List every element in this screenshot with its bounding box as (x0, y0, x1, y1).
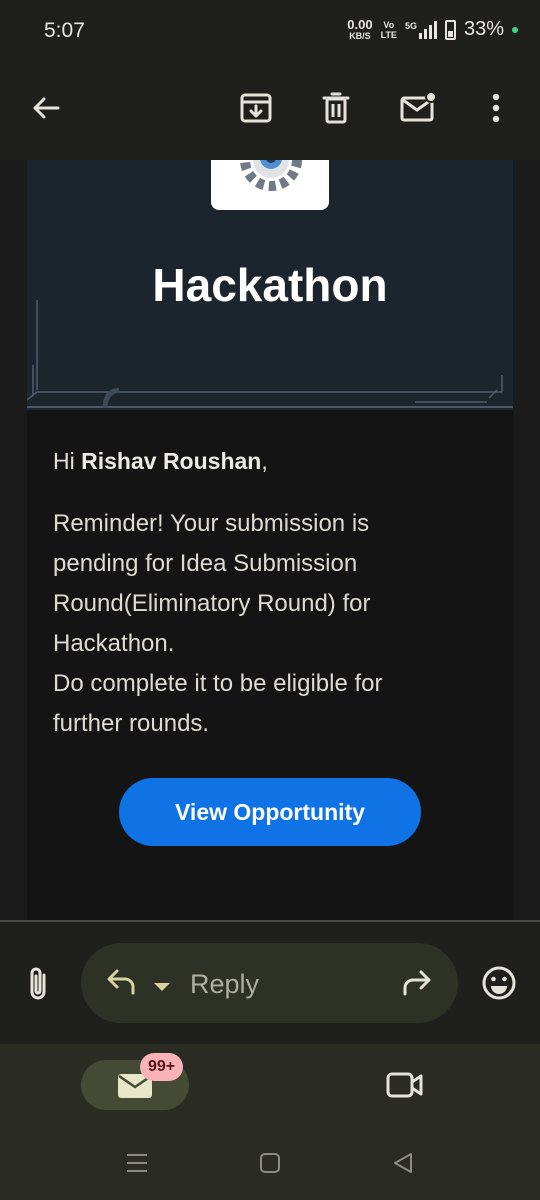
network-speed-value: 0.00 (347, 16, 373, 32)
message-body: Reminder! Your submission is pending for… (53, 504, 453, 744)
battery-percentage: 33% (463, 18, 504, 40)
greeting: Hi Rishav Roushan, (53, 448, 268, 475)
reply-bar: Reply (0, 922, 540, 1044)
recipient-name: Rishav Roushan (81, 448, 262, 474)
reply-field[interactable]: Reply (81, 943, 458, 1023)
unread-count-badge: 99+ (140, 1053, 184, 1081)
volte-top: Vo (383, 19, 395, 30)
attachment-icon[interactable] (22, 964, 56, 1004)
recents-icon[interactable] (117, 1148, 157, 1178)
back-arrow-icon[interactable] (26, 88, 66, 128)
message-line: Reminder! Your submission is (53, 510, 370, 537)
email-content: Hackathon Hi Rishav Roushan, Reminder! Y… (27, 160, 513, 920)
video-icon[interactable] (386, 1070, 424, 1105)
email-body: Hackathon Hi Rishav Roushan, Reminder! Y… (0, 160, 540, 920)
dropdown-icon[interactable] (153, 979, 171, 997)
greeting-suffix: , (261, 448, 268, 474)
emoji-icon[interactable] (481, 965, 517, 1006)
signal-icon: 5G (404, 20, 437, 39)
view-opportunity-button[interactable]: View Opportunity (119, 778, 421, 846)
more-vert-icon[interactable] (476, 88, 516, 128)
bottom-navigation: 99+ (0, 1044, 540, 1200)
volte-bottom: LTE (380, 29, 397, 40)
status-indicators: 0.00 KB/S Vo LTE 5G 33% (347, 18, 518, 41)
message-line: Round(Eliminatory Round) for (53, 590, 371, 617)
reply-icon[interactable] (105, 967, 137, 1002)
message-line: further rounds. (53, 710, 210, 737)
greeting-prefix: Hi (53, 448, 82, 474)
message-line: Do complete it to be eligible for (53, 670, 383, 697)
reply-label: Reply (190, 969, 260, 999)
network-speed-unit: KB/S (349, 30, 371, 41)
message-line: Hackathon. (53, 630, 175, 657)
hackathon-banner: Hackathon (27, 160, 513, 410)
network-type: 5G (404, 20, 417, 31)
battery-icon (444, 19, 456, 40)
archive-icon[interactable] (236, 88, 276, 128)
network-speed: 0.00 KB/S (347, 16, 373, 41)
back-icon[interactable] (383, 1148, 423, 1178)
mark-unread-icon[interactable] (398, 88, 438, 128)
email-toolbar (0, 62, 540, 160)
privacy-dot (512, 26, 518, 33)
status-bar: 5:07 0.00 KB/S Vo LTE 5G 33% (0, 0, 540, 62)
delete-icon[interactable] (316, 88, 356, 128)
forward-icon[interactable] (399, 969, 433, 1002)
message-line: pending for Idea Submission (53, 550, 358, 577)
home-icon[interactable] (250, 1148, 290, 1178)
hackathon-logo (211, 160, 329, 210)
volte-indicator: Vo LTE (381, 20, 397, 40)
banner-title: Hackathon (152, 259, 388, 311)
status-time: 5:07 (44, 19, 85, 42)
